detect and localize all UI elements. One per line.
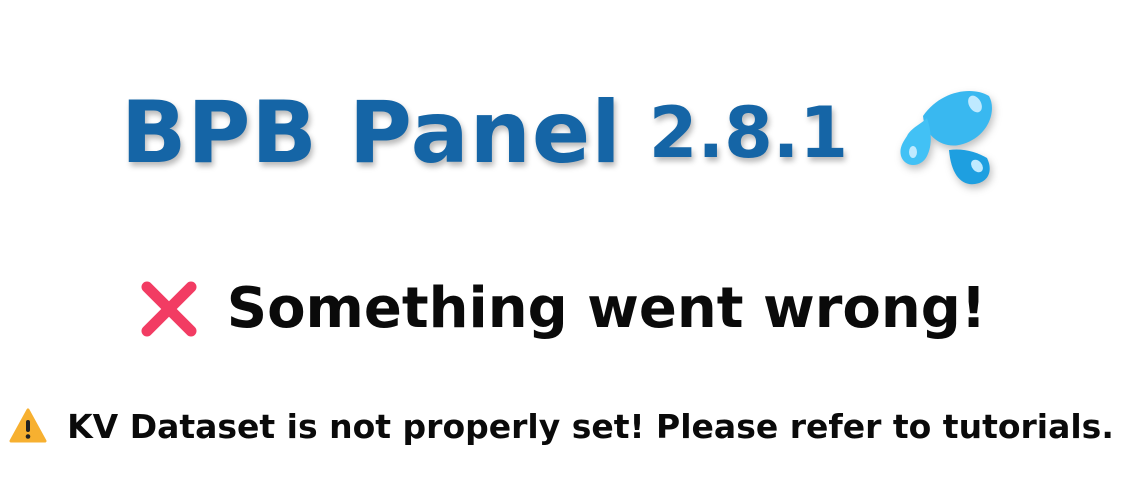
page-header: BPB Panel 2.8.1 <box>0 78 1124 188</box>
warning-message-row: KV Dataset is not properly set! Please r… <box>8 406 1120 446</box>
error-heading: Something went wrong! <box>0 276 1124 341</box>
sweat-droplets-icon <box>893 78 1003 188</box>
version-label: 2.8.1 <box>648 92 849 174</box>
page-title: BPB Panel <box>120 83 622 183</box>
error-message: Something went wrong! <box>226 276 987 341</box>
warning-icon <box>8 406 48 446</box>
warning-message: KV Dataset is not properly set! Please r… <box>67 406 1114 446</box>
cross-mark-icon <box>138 278 200 340</box>
